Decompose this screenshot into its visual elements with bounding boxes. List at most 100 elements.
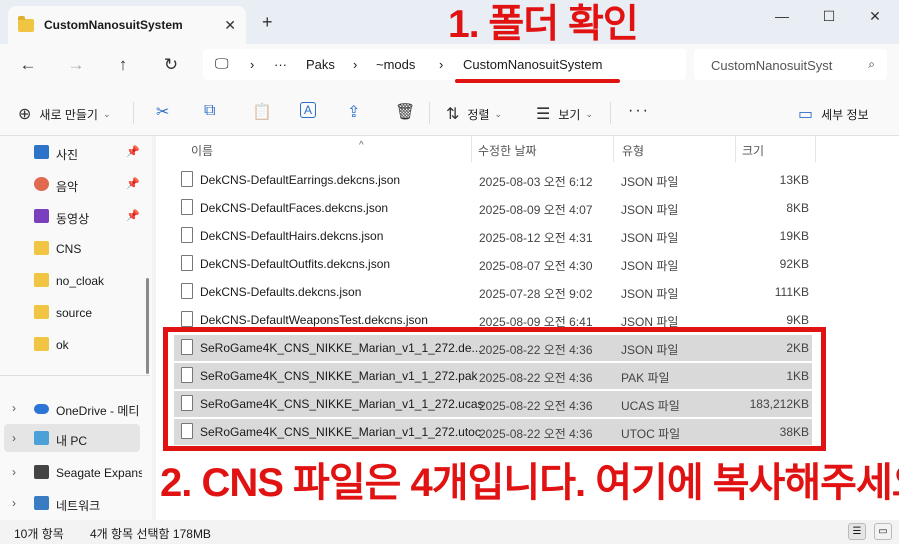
column-divider[interactable] [735,136,736,162]
breadcrumb-overflow-button[interactable]: ··· [274,57,287,72]
plus-circle-icon: ⊕ [18,106,32,123]
drive-icon [34,465,49,479]
copy-button[interactable]: ⧉ [204,102,223,120]
folder-icon [18,15,34,32]
file-name: DekCNS-DefaultOutfits.dekcns.json [200,257,391,271]
refresh-button[interactable]: ↻ [160,55,182,75]
tab-close-icon[interactable]: ✕ [224,17,236,34]
file-icon [181,227,193,243]
details-label: 세부 정보 [821,107,869,122]
column-divider[interactable] [613,136,614,162]
file-size: 8KB [786,201,809,215]
sidebar-item-no-cloak[interactable]: no_cloak [0,266,148,294]
file-row[interactable]: DekCNS-DefaultEarrings.dekcns.json 2025-… [174,167,812,193]
up-button[interactable]: ↑ [112,55,134,75]
column-header-type[interactable]: 유형 [622,142,644,164]
trash-icon: 🗑 [395,104,416,121]
music-icon [34,177,49,191]
column-header-size[interactable]: 크기 [742,142,764,164]
sidebar-item-label: source [56,306,93,320]
sidebar-item-seagate[interactable]: › Seagate Expans [0,458,148,486]
column-divider[interactable] [471,136,472,162]
sidebar-item-music[interactable]: 음악 📌 [0,170,148,198]
chevron-down-icon: ⌄ [102,108,111,119]
column-header-date[interactable]: 수정한 날짜 [478,142,537,164]
sidebar-item-source[interactable]: source [0,298,148,326]
address-field[interactable]: 🖵 › ··· Paks › ~mods › CustomNanosuitSys… [203,49,686,80]
breadcrumb-current-folder[interactable]: CustomNanosuitSystem [463,57,602,72]
file-row[interactable]: DekCNS-DefaultOutfits.dekcns.json 2025-0… [174,251,812,277]
sidebar-item-this-pc[interactable]: › 내 PC [4,424,140,452]
sidebar-item-label: OneDrive - 메티 [56,404,140,418]
annotation-highlight-box [163,327,826,451]
folder-icon [34,305,49,319]
chevron-right-icon[interactable]: › [12,431,16,445]
search-input[interactable]: CustomNanosuitSyst ⌕ [694,49,887,80]
chevron-right-icon[interactable]: › [12,465,16,479]
cloud-icon [34,404,49,414]
chevron-right-icon[interactable]: › [12,401,16,415]
view-icon: ☰ [536,106,551,123]
tab-custom-nanosuit-system[interactable]: CustomNanosuitSystem ✕ [8,6,246,44]
chevron-down-icon: ⌄ [494,108,503,119]
forward-button[interactable]: → [65,55,87,75]
file-row[interactable]: DekCNS-DefaultFaces.dekcns.json 2025-08-… [174,195,812,221]
new-button[interactable]: ⊕ 새로 만들기 ⌄ [18,104,111,124]
file-icon [181,283,193,299]
selection-info: 4개 항목 선택함 178MB [90,527,211,541]
back-button[interactable]: ← [17,55,39,75]
file-size: 92KB [779,257,809,271]
sidebar-scrollbar[interactable] [146,278,149,374]
breadcrumb-mods[interactable]: ~mods [376,57,415,72]
sidebar-item-photos[interactable]: 사진 📌 [0,138,148,166]
column-header-label: 이름 [191,144,214,158]
share-button[interactable]: ⇪ [347,102,368,122]
sidebar-item-videos[interactable]: 동영상 📌 [0,202,148,230]
file-date: 2025-08-12 오전 4:31 [479,231,593,245]
share-icon: ⇪ [347,104,361,121]
folder-icon [34,241,49,255]
sort-button[interactable]: ⇅ 정렬 ⌄ [446,104,502,124]
file-row[interactable]: DekCNS-DefaultHairs.dekcns.json 2025-08-… [174,223,812,249]
new-tab-button[interactable]: + [262,12,273,33]
close-window-button[interactable]: ✕ [865,8,885,25]
sidebar-item-cns[interactable]: CNS [0,234,148,262]
minimize-button[interactable]: — [772,8,792,24]
search-placeholder: CustomNanosuitSyst [711,58,833,73]
details-view-button[interactable]: ☰ [848,523,866,540]
file-name: DekCNS-Defaults.dekcns.json [200,285,362,299]
pin-icon: 📌 [126,178,140,190]
file-type: JSON 파일 [621,231,679,245]
cut-button[interactable]: ✂ [156,102,177,122]
sidebar-item-network[interactable]: › 네트워크 [0,489,148,517]
view-button[interactable]: ☰ 보기 ⌄ [536,104,593,124]
paste-button[interactable]: 📋 [252,102,280,122]
chevron-right-icon[interactable]: › [12,496,16,510]
rename-button[interactable]: A [300,102,324,118]
folder-icon [34,273,49,287]
delete-button[interactable]: 🗑 [395,102,423,122]
divider [0,375,150,376]
sidebar-item-ok[interactable]: ok [0,330,148,358]
file-name: DekCNS-DefaultWeaponsTest.dekcns.json [200,313,428,327]
file-size: 111KB [774,285,809,299]
details-pane-icon: ▭ [798,106,814,123]
file-date: 2025-07-28 오전 9:02 [479,287,593,301]
sort-ascending-icon: ^ [359,140,364,151]
file-size: 13KB [779,173,809,187]
file-icon [181,255,193,271]
photos-icon [34,145,49,159]
tiles-view-button[interactable]: ▭ [874,523,892,540]
sidebar-item-onedrive[interactable]: › OneDrive - 메티 [0,394,148,422]
column-divider[interactable] [815,136,816,162]
column-header-name[interactable]: 이름 ^ [191,140,471,164]
details-pane-button[interactable]: ▭ 세부 정보 [798,104,869,124]
divider [133,102,134,124]
breadcrumb-paks[interactable]: Paks [306,57,335,72]
computer-icon: 🖵 [215,55,229,71]
cut-icon: ✂ [156,104,170,121]
file-row[interactable]: DekCNS-Defaults.dekcns.json 2025-07-28 오… [174,279,812,305]
more-options-button[interactable]: ··· [628,102,650,120]
maximize-button[interactable]: ☐ [819,8,839,25]
file-icon [181,311,193,327]
